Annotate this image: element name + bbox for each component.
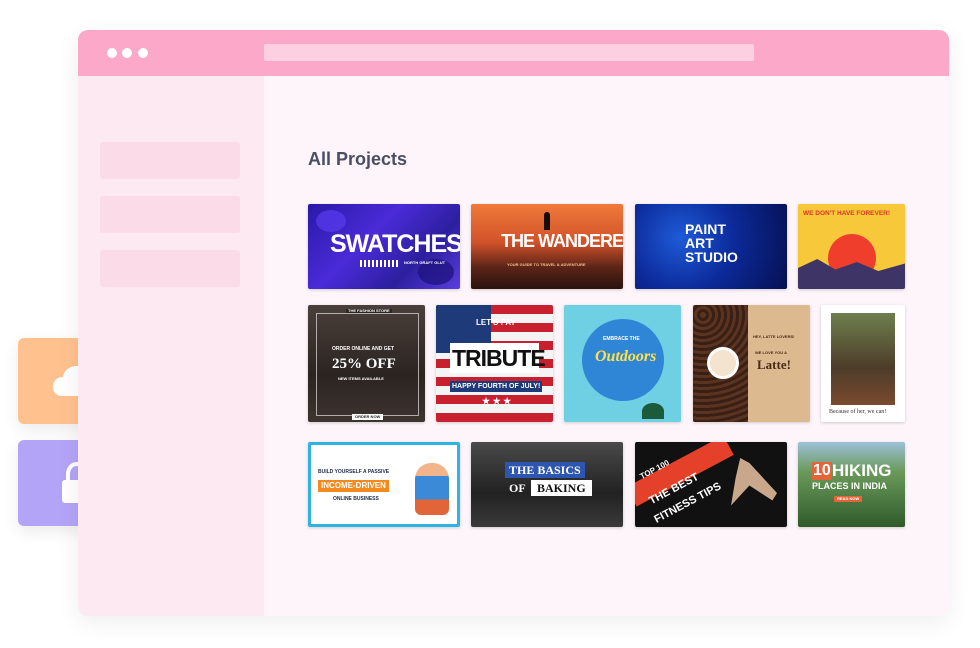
thumbnail-latte-small: WE LOVE YOU A: [755, 350, 788, 355]
thumbnail-25-off-line: ORDER ONLINE AND GET: [332, 346, 395, 352]
thumbnail-25-off-cta: ORDER NOW: [352, 414, 384, 420]
thumbnail-swatches-subtitle: NORTH GRAFT GLUT: [404, 260, 446, 265]
thumbnail-because-caption: Because of her, we can!: [829, 409, 887, 415]
thumbnail-outdoors[interactable]: EMBRACE THE Outdoors: [564, 305, 681, 422]
address-bar[interactable]: [264, 44, 754, 61]
thumbnail-the-wanderer[interactable]: THE WANDERER YOUR GUIDE TO TRAVEL & ADVE…: [471, 204, 623, 289]
thumbnail-the-wanderer-title: THE WANDERER: [501, 231, 623, 251]
person-illustration: [415, 463, 449, 515]
coffee-cup-icon: [707, 347, 739, 379]
thumbnail-25-off-small: NEW ITEMS AVAILABLE: [338, 376, 384, 381]
thumbnail-paint-art-title-3: STUDIO: [685, 249, 738, 265]
thumbnail-fitness-tips[interactable]: TOP 100 THE BEST FITNESS TIPS: [635, 442, 787, 527]
thumbnail-baking-title-2: OF: [509, 481, 526, 495]
sidebar: [78, 76, 264, 616]
title-bar: [78, 30, 949, 76]
sidebar-item-3[interactable]: [100, 250, 240, 287]
thumbnail-swatches[interactable]: SWATCHES NORTH GRAFT GLUT: [308, 204, 460, 289]
barcode: [360, 260, 400, 267]
thumbnail-paint-art-title-2: ART: [685, 235, 714, 251]
thumbnail-latte[interactable]: HEY, LATTE LOVERS! WE LOVE YOU A Latte!: [693, 305, 810, 422]
sidebar-item-2[interactable]: [100, 196, 240, 233]
thumbnail-tribute-top: LET'S PAY: [476, 318, 516, 327]
thumbnail-25-off-top: THE FASHION STORE: [346, 308, 392, 313]
window-dot-close[interactable]: [107, 48, 117, 58]
thumbnail-hiking[interactable]: 10 HIKING PLACES IN INDIA READ NOW: [798, 442, 905, 527]
thumbnail-hiking-sub: PLACES IN INDIA: [812, 481, 888, 491]
thumbnail-tribute-bottom: HAPPY FOURTH OF JULY!: [450, 381, 543, 392]
thumbnail-swatches-title: SWATCHES: [330, 230, 460, 258]
hiker-silhouette: [544, 212, 550, 230]
thumbnail-income-line-1: BUILD YOURSELF A PASSIVE: [318, 469, 390, 475]
thumbnail-income-driven[interactable]: BUILD YOURSELF A PASSIVE INCOME-DRIVEN O…: [308, 442, 460, 527]
thumbnail-basics-of-baking[interactable]: THE BASICS OF BAKING: [471, 442, 623, 527]
thumbnail-because-of-her[interactable]: Because of her, we can!: [821, 305, 905, 422]
thumbnail-hiking-num: 10: [812, 462, 832, 480]
thumbnail-tribute[interactable]: LET'S PAY TRIBUTE HAPPY FOURTH OF JULY! …: [436, 305, 553, 422]
thumbnail-hiking-word: HIKING: [832, 461, 892, 480]
thumbnail-the-wanderer-subtitle: YOUR GUIDE TO TRAVEL & ADVENTURE: [507, 262, 586, 267]
thumbnail-25-off-big: 25% OFF: [332, 356, 396, 372]
thumbnail-income-highlight: INCOME-DRIVEN: [318, 480, 389, 492]
window-dot-maximize[interactable]: [138, 48, 148, 58]
thumbnail-paint-art-studio[interactable]: PAINT ART STUDIO: [635, 204, 787, 289]
thumbnail-forever-title: WE DON'T HAVE FOREVER!: [803, 210, 891, 217]
star-icons: ★ ★ ★: [482, 396, 512, 406]
thumbnail-latte-big: Latte!: [757, 357, 791, 372]
window-dot-minimize[interactable]: [122, 48, 132, 58]
sidebar-item-1[interactable]: [100, 142, 240, 179]
thumbnail-we-dont-have-forever[interactable]: WE DON'T HAVE FOREVER!: [798, 204, 905, 289]
thumbnail-outdoors-script: Outdoors: [595, 348, 657, 365]
thumbnail-tribute-big: TRIBUTE: [452, 345, 546, 371]
thumbnail-25-off[interactable]: THE FASHION STORE ORDER ONLINE AND GET 2…: [308, 305, 425, 422]
thumbnail-outdoors-top: EMBRACE THE: [603, 336, 640, 342]
athlete-figure: [731, 458, 777, 506]
thumbnail-paint-art-title-1: PAINT: [685, 221, 726, 237]
thumbnail-income-line-3: ONLINE BUSINESS: [333, 496, 379, 502]
thumbnail-baking-title-3: BAKING: [531, 480, 592, 496]
thumbnail-baking-title-1: THE BASICS: [505, 462, 585, 478]
thumbnail-hiking-cta: READ NOW: [834, 496, 863, 502]
thumbnail-latte-top: HEY, LATTE LOVERS!: [753, 334, 795, 339]
page-title: All Projects: [308, 149, 408, 169]
